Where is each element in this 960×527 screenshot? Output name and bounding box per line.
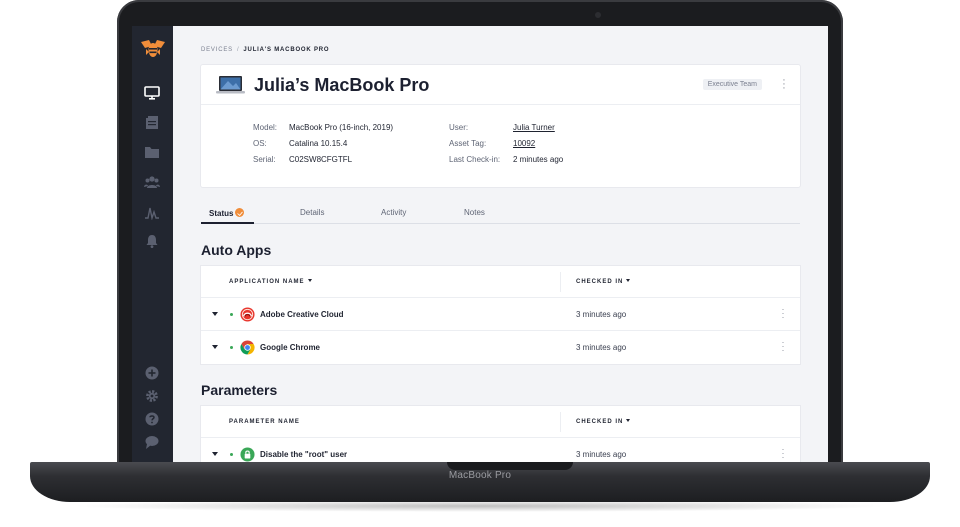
chrome-icon xyxy=(240,340,255,355)
sidebar xyxy=(132,26,173,462)
model-value: MacBook Pro (16-inch, 2019) xyxy=(289,123,394,132)
breadcrumb-separator: / xyxy=(236,47,240,53)
add-circle-icon[interactable] xyxy=(144,365,160,381)
last-checkin-label: Last Check-in: xyxy=(449,155,501,164)
devices-monitor-icon[interactable] xyxy=(144,85,160,101)
expand-caret-icon[interactable] xyxy=(212,345,218,349)
tab-activity[interactable]: Activity xyxy=(381,208,406,217)
row-more-icon[interactable]: · · · xyxy=(781,305,785,322)
parameters-title: Parameters xyxy=(201,382,278,398)
checked-in-time: 3 minutes ago xyxy=(576,343,627,352)
app-name: Google Chrome xyxy=(260,343,321,352)
bee-logo-icon[interactable] xyxy=(140,37,166,61)
user-link[interactable]: Julia Turner xyxy=(513,123,555,132)
device-more-icon[interactable]: · · · xyxy=(782,75,786,94)
column-divider xyxy=(560,272,561,292)
asset-tag-label: Asset Tag: xyxy=(449,139,487,148)
app-name-column-header[interactable]: Application Name xyxy=(229,279,312,285)
chat-bubble-icon[interactable] xyxy=(144,434,160,450)
table-row[interactable]: Google Chrome 3 minutes ago · · · xyxy=(201,331,800,364)
settings-gear-icon[interactable] xyxy=(144,388,160,404)
last-checkin-value: 2 minutes ago xyxy=(513,155,564,164)
table-row[interactable]: Adobe Creative Cloud 3 minutes ago · · · xyxy=(201,298,800,331)
parameter-name: Disable the "root" user xyxy=(260,450,348,459)
user-label: User: xyxy=(449,123,469,132)
asset-tag-link[interactable]: 10092 xyxy=(513,139,535,148)
os-label: OS: xyxy=(253,139,267,148)
parameter-checked-in-column-header[interactable]: Checked In xyxy=(576,419,631,425)
team-badge[interactable]: Executive Team xyxy=(702,79,762,90)
auto-apps-title: Auto Apps xyxy=(201,242,272,258)
parameter-name-column-header[interactable]: Parameter Name xyxy=(229,419,300,425)
sort-caret-icon xyxy=(307,279,312,282)
os-value: Catalina 10.15.4 xyxy=(289,139,348,148)
help-question-icon[interactable] xyxy=(144,411,160,427)
device-title: Julia’s MacBook Pro xyxy=(254,75,430,95)
parameter-checked-in-column-label: Checked In xyxy=(576,419,624,425)
laptop-notch xyxy=(447,462,573,470)
auto-apps-table: Application Name Checked In Adobe Creati… xyxy=(201,266,800,364)
users-icon[interactable] xyxy=(144,174,160,190)
row-more-icon[interactable]: · · · xyxy=(781,445,785,462)
parameter-name-column-label: Parameter Name xyxy=(229,419,300,425)
status-dot-icon xyxy=(230,453,233,456)
checked-in-time: 3 minutes ago xyxy=(576,450,627,459)
status-dot-icon xyxy=(230,313,233,316)
activity-pulse-icon[interactable] xyxy=(144,204,160,220)
lock-icon xyxy=(240,447,255,462)
camera-icon xyxy=(595,12,601,18)
breadcrumb-devices-link[interactable]: Devices xyxy=(201,47,233,53)
tab-status-label: Status xyxy=(209,209,234,218)
tab-bar: Status Details Activity Notes xyxy=(201,204,800,224)
serial-value: C02SW8CFGTFL xyxy=(289,155,353,164)
alerts-bell-icon[interactable] xyxy=(144,233,160,249)
screen: Devices / Julia's MacBook Pro Julia’s MacB… xyxy=(132,26,828,462)
app-name-column-label: Application Name xyxy=(229,279,305,285)
tab-notes[interactable]: Notes xyxy=(464,208,485,217)
app-name: Adobe Creative Cloud xyxy=(260,310,344,319)
parameters-table: Parameter Name Checked In Disable the "r… xyxy=(201,406,800,462)
column-divider xyxy=(560,412,561,432)
breadcrumb-current: Julia's MacBook Pro xyxy=(243,47,330,53)
tab-status[interactable]: Status xyxy=(209,208,245,218)
adobe-cc-icon xyxy=(240,307,255,322)
serial-label: Serial: xyxy=(253,155,276,164)
main-content: Devices / Julia's MacBook Pro Julia’s MacB… xyxy=(173,26,828,462)
status-dot-icon xyxy=(230,346,233,349)
sort-caret-icon xyxy=(626,419,631,422)
row-more-icon[interactable]: · · · xyxy=(781,338,785,355)
device-card: Julia’s MacBook Pro Executive Team · · · M… xyxy=(201,65,800,187)
status-check-icon xyxy=(235,208,245,217)
laptop-device-icon xyxy=(216,75,245,95)
expand-caret-icon[interactable] xyxy=(212,312,218,316)
blueprints-icon[interactable] xyxy=(144,115,160,131)
laptop-model-label: MacBook Pro xyxy=(448,470,512,481)
breadcrumb: Devices / Julia's MacBook Pro xyxy=(201,47,329,53)
laptop-base: MacBook Pro xyxy=(30,462,930,502)
tab-details[interactable]: Details xyxy=(300,208,324,217)
library-folder-icon[interactable] xyxy=(144,144,160,160)
device-header: Julia’s MacBook Pro Executive Team · · · xyxy=(201,65,800,105)
table-row[interactable]: Disable the "root" user 3 minutes ago · ·… xyxy=(201,438,800,462)
active-tab-indicator xyxy=(201,222,254,224)
sort-caret-icon xyxy=(626,279,631,282)
checked-in-column-header[interactable]: Checked In xyxy=(576,279,631,285)
checked-in-column-label: Checked In xyxy=(576,279,624,285)
model-label: Model: xyxy=(253,123,278,132)
checked-in-time: 3 minutes ago xyxy=(576,310,627,319)
parameters-header: Parameter Name Checked In xyxy=(201,406,800,438)
auto-apps-header: Application Name Checked In xyxy=(201,266,800,298)
expand-caret-icon[interactable] xyxy=(212,452,218,456)
